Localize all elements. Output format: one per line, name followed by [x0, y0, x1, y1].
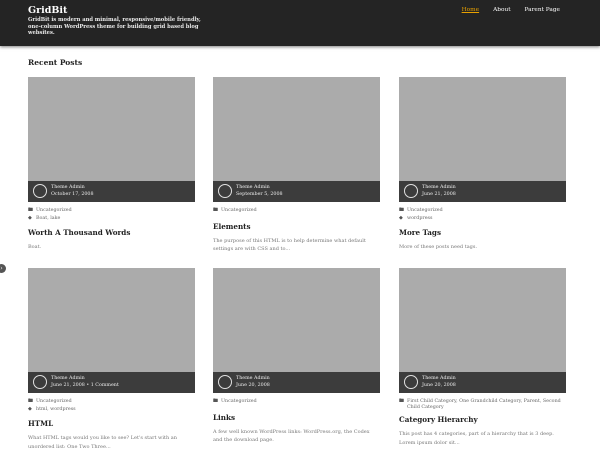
avatar [218, 184, 232, 198]
post-date[interactable]: June 20, 2008 [236, 383, 270, 388]
post-date[interactable]: September 5, 2008 [236, 192, 283, 197]
post-title[interactable]: HTML [28, 419, 195, 428]
tag-link[interactable]: html, wordpress [36, 407, 76, 413]
post-categories: 🖿 Uncategorized [213, 398, 380, 405]
site-description: GridBit is modern and minimal, responsiv… [28, 17, 201, 37]
post-categories: 🖿 Uncategorized [213, 207, 380, 214]
post-excerpt: What HTML tags would you like to see? Le… [28, 435, 177, 450]
post-card: Theme Admin June 21, 2008 🖿 Uncategorize… [399, 77, 566, 252]
post-thumbnail[interactable] [399, 77, 566, 181]
post-categories: 🖿 First Child Category, One Grandchild C… [399, 398, 566, 410]
post-card: Theme Admin June 20, 2008 🖿 Uncategorize… [213, 268, 380, 445]
folder-icon: 🖿 [213, 398, 219, 404]
tag-link[interactable]: wordpress [407, 216, 432, 222]
post-title[interactable]: Worth A Thousand Words [28, 228, 195, 237]
post-meta-bar: Theme Admin June 20, 2008 [213, 372, 380, 393]
post-date[interactable]: June 21, 2008 [422, 192, 456, 197]
post-meta-bar: Theme Admin June 21, 2008 [399, 181, 566, 202]
post-excerpt: The purpose of this HTML is to help dete… [213, 237, 366, 253]
post-meta-bar: Theme Admin June 20, 2008 [399, 372, 566, 393]
category-link[interactable]: Uncategorized [221, 399, 257, 405]
post-thumbnail[interactable] [213, 268, 380, 372]
post-categories: 🖿 Uncategorized [28, 207, 195, 214]
tag-icon: ◆ [28, 405, 32, 412]
category-link[interactable]: Uncategorized [36, 208, 72, 214]
chevron-right-icon[interactable]: › [0, 264, 6, 273]
avatar [33, 375, 47, 389]
post-excerpt: A few well known WordPress links: WordPr… [213, 428, 370, 444]
folder-icon: 🖿 [399, 207, 405, 213]
post-thumbnail[interactable] [213, 77, 380, 181]
avatar [33, 184, 47, 198]
post-date[interactable]: June 21, 2008 • 1 Comment [51, 383, 119, 388]
avatar [404, 375, 418, 389]
tag-icon: ◆ [399, 214, 403, 221]
nav-parent-page[interactable]: Parent Page [525, 7, 560, 13]
post-date[interactable]: June 20, 2008 [422, 383, 456, 388]
nav-about[interactable]: About [493, 7, 510, 13]
post-thumbnail[interactable] [28, 268, 195, 372]
category-link[interactable]: First Child Category, One Grandchild Cat… [407, 399, 566, 410]
folder-icon: 🖿 [28, 207, 34, 213]
post-excerpt: This post has 4 categories, part of a hi… [399, 431, 554, 446]
post-date[interactable]: October 17, 2008 [51, 192, 94, 197]
post-meta-bar: Theme Admin September 5, 2008 [213, 181, 380, 202]
post-title[interactable]: Category Hierarchy [399, 415, 566, 424]
post-card: Theme Admin June 21, 2008 • 1 Comment 🖿 … [28, 268, 195, 451]
site-header: GridBit GridBit is modern and minimal, r… [0, 0, 600, 46]
post-meta-bar: Theme Admin June 21, 2008 • 1 Comment [28, 372, 195, 393]
post-author[interactable]: Theme Admin [51, 185, 85, 190]
nav-home[interactable]: Home [462, 7, 479, 13]
post-thumbnail[interactable] [28, 77, 195, 181]
post-tags: ◆ wordpress [399, 214, 566, 222]
main-nav: Home About Parent Page [462, 7, 560, 13]
category-link[interactable]: Uncategorized [36, 399, 72, 405]
post-meta-bar: Theme Admin October 17, 2008 [28, 181, 195, 202]
folder-icon: 🖿 [213, 207, 219, 213]
avatar [218, 375, 232, 389]
post-categories: 🖿 Uncategorized [399, 207, 566, 214]
section-title: Recent Posts [28, 58, 83, 67]
post-tags: ◆ html, wordpress [28, 405, 195, 413]
post-title[interactable]: More Tags [399, 228, 566, 237]
post-author[interactable]: Theme Admin [236, 185, 270, 190]
site-title[interactable]: GridBit [28, 5, 67, 16]
post-categories: 🖿 Uncategorized [28, 398, 195, 405]
post-tags: ◆ Boat, lake [28, 214, 195, 222]
post-card: Theme Admin October 17, 2008 🖿 Uncategor… [28, 77, 195, 252]
post-author[interactable]: Theme Admin [51, 376, 85, 381]
category-link[interactable]: Uncategorized [407, 208, 443, 214]
post-excerpt: More of these posts need tags. [399, 244, 478, 251]
post-author[interactable]: Theme Admin [236, 376, 270, 381]
post-author[interactable]: Theme Admin [422, 376, 456, 381]
folder-icon: 🖿 [28, 398, 34, 404]
folder-icon: 🖿 [399, 398, 405, 404]
avatar [404, 184, 418, 198]
post-title[interactable]: Elements [213, 222, 380, 231]
post-title[interactable]: Links [213, 413, 380, 422]
post-card: Theme Admin September 5, 2008 🖿 Uncatego… [213, 77, 380, 254]
post-thumbnail[interactable] [399, 268, 566, 372]
tag-link[interactable]: Boat, lake [36, 216, 60, 222]
post-excerpt: Boat. [28, 244, 42, 251]
post-author[interactable]: Theme Admin [422, 185, 456, 190]
post-card: Theme Admin June 20, 2008 🖿 First Child … [399, 268, 566, 447]
category-link[interactable]: Uncategorized [221, 208, 257, 214]
tag-icon: ◆ [28, 214, 32, 221]
